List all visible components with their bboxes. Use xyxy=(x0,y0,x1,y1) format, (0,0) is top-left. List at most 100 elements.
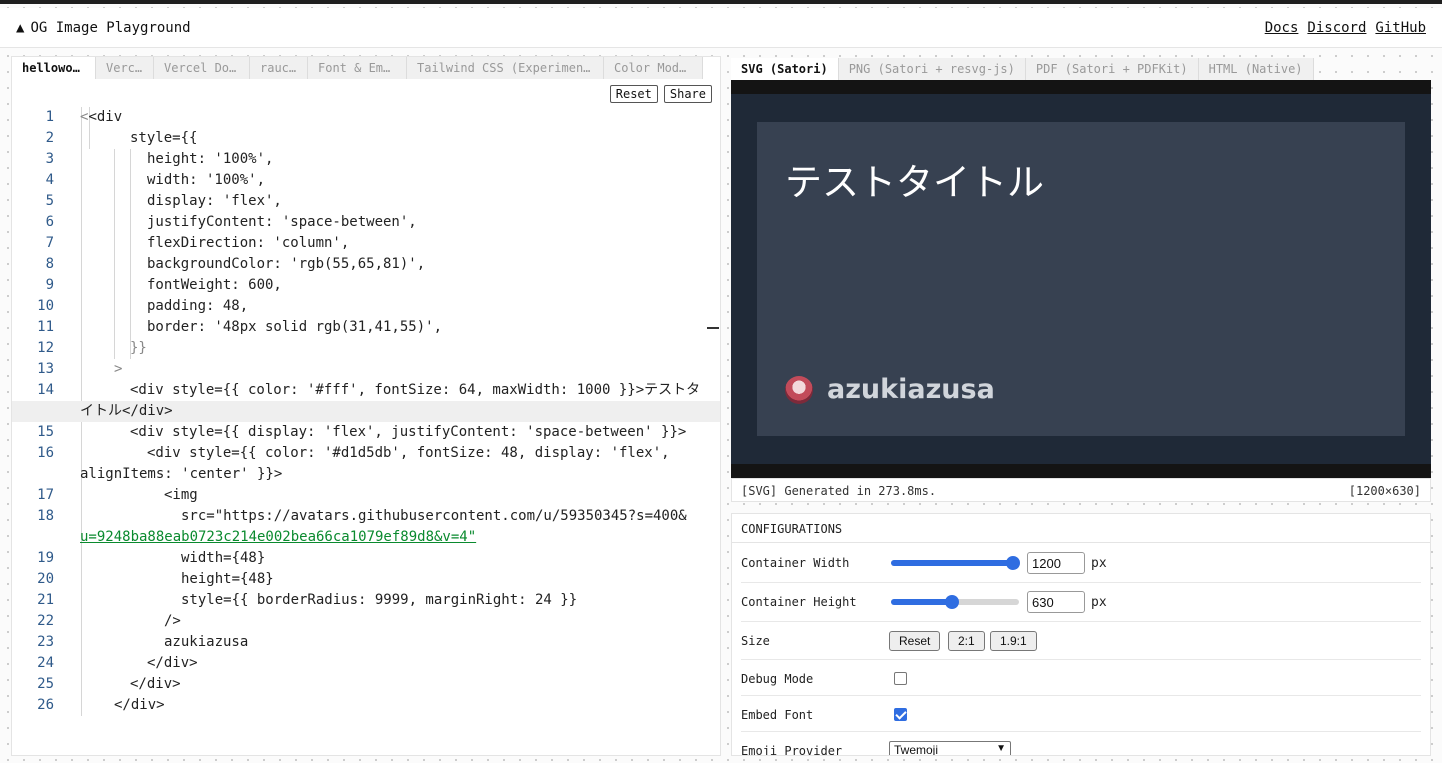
line-number: 17 xyxy=(37,487,54,503)
size-row: Size Reset 2:1 1.9:1 xyxy=(741,622,1421,660)
slider-fill xyxy=(891,599,953,605)
container-height-slider[interactable] xyxy=(891,595,1019,609)
code-text: flexDirection: 'column', xyxy=(147,235,350,251)
code-line: 13 > xyxy=(12,359,720,380)
size-reset-button[interactable]: Reset xyxy=(889,631,941,651)
code-line: 18 src="https://avatars.githubusercontent… xyxy=(12,506,720,527)
code-text: <div style={{ color: '#fff', fontSize: 6… xyxy=(130,382,701,398)
avatar xyxy=(785,375,813,404)
code-line: 8 backgroundColor: 'rgb(55,65,81)', xyxy=(12,254,720,275)
line-number: 23 xyxy=(37,634,54,650)
line-number: 1 xyxy=(45,109,54,125)
code-line: 22 /> xyxy=(12,611,720,632)
line-number: 5 xyxy=(45,193,54,209)
code-text: padding: 48, xyxy=(147,298,249,314)
tab-html[interactable]: HTML (Native) xyxy=(1198,58,1314,80)
code-line: 25 </div> xyxy=(12,674,720,695)
editor-tabs: hellowor… Verc… Vercel Do… rauc… Font & … xyxy=(12,57,703,79)
tab-helloworld[interactable]: hellowor… xyxy=(12,57,96,79)
size-label: Size xyxy=(741,634,770,648)
code-line: 4 width: '100%', xyxy=(12,170,720,191)
scroll-marker[interactable] xyxy=(707,327,719,329)
emoji-provider-select[interactable]: Twemoji ▼ xyxy=(889,741,1011,755)
line-number: 20 xyxy=(37,571,54,587)
code-text: src="https://avatars.githubusercontent.c… xyxy=(181,508,687,524)
size-2-1-button[interactable]: 2:1 xyxy=(948,631,985,651)
code-text: > xyxy=(114,361,123,377)
container-width-row: Container Width px xyxy=(741,544,1421,583)
code-line: 10 padding: 48, xyxy=(12,296,720,317)
line-number: 9 xyxy=(45,277,54,293)
code-text: </div> xyxy=(147,655,198,671)
code-line-wrap: イトル</div> xyxy=(12,401,720,422)
code-line: 14 <div style={{ color: '#fff', fontSize:… xyxy=(12,380,720,401)
container-width-label: Container Width xyxy=(741,556,850,570)
code-line: 15 <div style={{ display: 'flex', justify… xyxy=(12,422,720,443)
tab-rauchg[interactable]: rauc… xyxy=(250,57,308,79)
slider-fill xyxy=(891,560,1013,566)
line-number: 4 xyxy=(45,172,54,188)
tab-font-emoji[interactable]: Font & Emo… xyxy=(308,57,407,79)
line-number: 24 xyxy=(37,655,54,671)
emoji-provider-label: Emoji Provider xyxy=(741,744,843,756)
embed-font-checkbox[interactable] xyxy=(894,708,907,721)
container-width-input[interactable] xyxy=(1027,552,1085,574)
tab-pdf[interactable]: PDF (Satori + PDFKit) xyxy=(1025,58,1199,80)
line-number: 2 xyxy=(45,130,54,146)
line-number: 10 xyxy=(37,298,54,314)
og-title: テストタイトル xyxy=(785,161,1044,204)
slider-thumb[interactable] xyxy=(945,595,960,609)
code-line: 20 height={48} xyxy=(12,569,720,590)
container-height-label: Container Height xyxy=(741,595,857,609)
preview-canvas: テストタイトル azukiazusa xyxy=(731,80,1431,478)
code-text: イトル</div> xyxy=(80,403,173,419)
code-editor[interactable]: 1 <<div 2 style={{ 3 height: '100%', 4 width… xyxy=(12,107,720,755)
tab-tailwind[interactable]: Tailwind CSS (Experiment… xyxy=(407,57,604,79)
code-line: 11 border: '48px solid rgb(31,41,55)', xyxy=(12,317,720,338)
container-height-input[interactable] xyxy=(1027,591,1085,613)
docs-link[interactable]: Docs xyxy=(1265,20,1299,36)
reset-button[interactable]: Reset xyxy=(609,85,658,103)
code-text: height: '100%', xyxy=(147,151,274,167)
brand: ▲ OG Image Playground xyxy=(16,20,191,36)
tab-color-mode[interactable]: Color Mode… xyxy=(604,57,703,79)
tab-vercel-docs[interactable]: Vercel Do… xyxy=(154,57,250,79)
code-line: 19 width={48} xyxy=(12,548,720,569)
embed-font-row: Embed Font xyxy=(741,696,1421,732)
code-text: <img xyxy=(164,487,198,503)
code-text: <div style={{ color: '#d1d5db', fontSize… xyxy=(147,445,670,461)
code-line: 12}} xyxy=(12,338,720,359)
code-text: display: 'flex', xyxy=(147,193,282,209)
github-link[interactable]: GitHub xyxy=(1375,20,1426,36)
tab-png[interactable]: PNG (Satori + resvg-js) xyxy=(838,58,1026,80)
code-text: fontWeight: 600, xyxy=(147,277,282,293)
debug-mode-checkbox[interactable] xyxy=(894,672,907,685)
code-text: height={48} xyxy=(181,571,274,587)
size-1-9-1-button[interactable]: 1.9:1 xyxy=(990,631,1037,651)
tab-vercel[interactable]: Verc… xyxy=(96,57,154,79)
line-number: 12 xyxy=(37,340,54,356)
debug-mode-label: Debug Mode xyxy=(741,672,814,686)
code-text: <div style={{ display: 'flex', justifyCo… xyxy=(130,424,687,440)
og-author: azukiazusa xyxy=(785,374,995,405)
line-number: 14 xyxy=(37,382,54,398)
line-number: 18 xyxy=(37,508,54,524)
code-line: 5 display: 'flex', xyxy=(12,191,720,212)
line-number: 26 xyxy=(37,697,54,713)
code-text: width: '100%', xyxy=(147,172,266,188)
code-line: 23 azukiazusa xyxy=(12,632,720,653)
slider-thumb[interactable] xyxy=(1005,556,1020,570)
container-width-slider[interactable] xyxy=(891,556,1020,570)
tab-svg[interactable]: SVG (Satori) xyxy=(731,58,839,80)
code-text: <div xyxy=(88,109,123,125)
unit-label: px xyxy=(1091,595,1107,610)
code-line: 7 flexDirection: 'column', xyxy=(12,233,720,254)
og-author-name: azukiazusa xyxy=(827,374,995,405)
code-text: </div> xyxy=(114,697,165,713)
discord-link[interactable]: Discord xyxy=(1307,20,1366,36)
editor-actions: Reset Share xyxy=(609,85,712,103)
share-button[interactable]: Share xyxy=(663,85,712,103)
code-line: 17 <img xyxy=(12,485,720,506)
render-time: [SVG] Generated in 273.8ms. xyxy=(741,484,937,498)
code-text: backgroundColor: 'rgb(55,65,81)', xyxy=(147,256,426,272)
